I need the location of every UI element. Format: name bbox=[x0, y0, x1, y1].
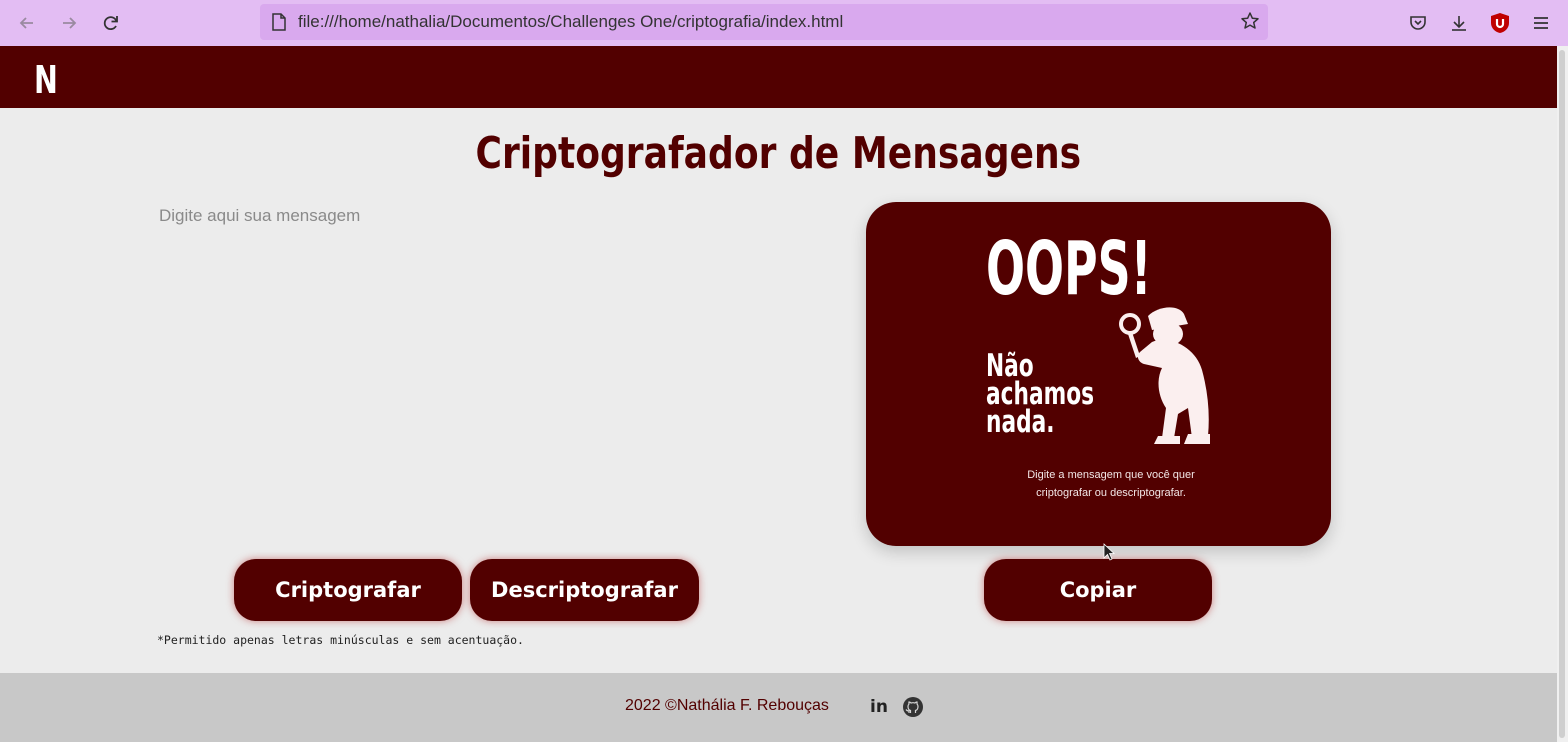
page-title: Criptografador de Mensagens bbox=[475, 128, 1082, 179]
browser-toolbar: file:///home/nathalia/Documentos/Challen… bbox=[0, 0, 1568, 46]
back-icon[interactable] bbox=[14, 10, 40, 36]
download-icon[interactable] bbox=[1447, 11, 1471, 35]
reload-icon[interactable] bbox=[98, 10, 124, 36]
hint-text: Digite a mensagem que você quer criptogr… bbox=[1006, 466, 1216, 502]
ublock-icon[interactable] bbox=[1488, 11, 1512, 35]
linkedin-icon[interactable]: in bbox=[870, 697, 888, 717]
result-card: OOPS! Não achamos nada. Digite a mensage… bbox=[866, 202, 1331, 546]
page-icon bbox=[272, 13, 286, 35]
scrollbar[interactable] bbox=[1557, 46, 1568, 742]
star-icon[interactable] bbox=[1240, 11, 1260, 35]
hamburger-menu-icon[interactable] bbox=[1529, 11, 1553, 35]
mouse-cursor-icon bbox=[1103, 543, 1116, 565]
hint-line: Digite a mensagem que você quer bbox=[1027, 469, 1195, 481]
detective-icon bbox=[1118, 304, 1218, 453]
copy-button[interactable]: Copiar bbox=[984, 559, 1212, 621]
footer-copyright: 2022 ©Nathália F. Rebouças bbox=[625, 697, 829, 714]
oops-heading: OOPS! bbox=[986, 226, 1152, 312]
message-input[interactable] bbox=[150, 200, 830, 540]
decrypt-button[interactable]: Descriptografar bbox=[470, 559, 699, 621]
site-logo[interactable]: N bbox=[34, 58, 58, 102]
address-bar[interactable]: file:///home/nathalia/Documentos/Challen… bbox=[260, 4, 1268, 40]
not-found-text: Não achamos nada. bbox=[986, 351, 1126, 440]
forward-icon[interactable] bbox=[56, 10, 82, 36]
not-found-line: nada. bbox=[986, 404, 1055, 440]
hint-line: criptografar ou descriptografar. bbox=[1036, 487, 1186, 499]
github-icon[interactable] bbox=[902, 696, 924, 722]
pocket-icon[interactable] bbox=[1406, 11, 1430, 35]
input-restriction-note: *Permitido apenas letras minúsculas e se… bbox=[157, 633, 524, 647]
site-footer: 2022 ©Nathália F. Rebouças in bbox=[0, 673, 1557, 742]
encrypt-button[interactable]: Criptografar bbox=[234, 559, 462, 621]
url-text: file:///home/nathalia/Documentos/Challen… bbox=[298, 12, 844, 31]
scrollbar-thumb[interactable] bbox=[1559, 50, 1565, 738]
site-header bbox=[0, 46, 1557, 108]
